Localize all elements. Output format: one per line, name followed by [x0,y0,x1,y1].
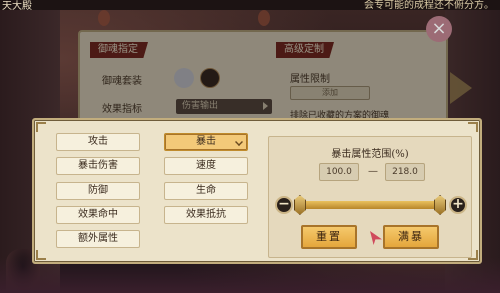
attr-button-effect-resist[interactable]: 效果抵抗 [164,206,248,224]
attr-button-hp[interactable]: 生命 [164,182,248,200]
range-box: 暴击属性范围(%) 100.0 — 218.0 − + 重置 满暴 [268,136,472,258]
attr-button-crit-damage[interactable]: 暴击伤害 [56,157,140,175]
attr-button-defense[interactable]: 防御 [56,182,140,200]
slider-min-handle[interactable] [293,195,306,215]
range-slider-fill [299,201,441,209]
max-value-input[interactable]: 218.0 [385,163,425,181]
reset-button[interactable]: 重置 [301,225,357,249]
lantern-icon [98,10,110,26]
attr-button-effect-hit[interactable]: 效果命中 [56,206,140,224]
soul-assign-title: 御魂指定 [90,42,148,58]
advanced-custom-title: 高级定制 [276,42,334,58]
minus-icon[interactable]: − [275,196,293,214]
edit-icon [235,138,243,146]
corner-decor [36,122,46,132]
caret-right-icon [263,102,268,110]
attribute-range-panel: 攻击 暴击 暴击伤害 速度 防御 生命 效果命中 效果抵抗 额外属性 暴击属性范… [32,118,482,264]
soul-set-icon[interactable] [174,68,194,88]
soul-config-dialog: 御魂指定 高级定制 御魂套装 效果指标 伤害输出 属性限制 添加 排除已收藏的方… [78,30,448,130]
max-crit-button[interactable]: 满暴 [383,225,439,249]
effect-index-dropdown[interactable]: 伤害输出 [176,99,272,114]
corner-decor [36,250,46,260]
effect-index-value: 伤害输出 [182,101,219,111]
top-left-tag: 天大殿 [2,1,32,12]
soul-set-label: 御魂套装 [102,76,142,87]
attr-limit-label: 属性限制 [290,74,330,85]
lantern-icon [258,10,270,26]
top-hint-text: 会专可能的成程还不俯分方。 [364,0,494,11]
soul-set-icon[interactable] [200,68,220,88]
plus-icon[interactable]: + [449,196,467,214]
attr-button-label: 暴击 [196,136,216,147]
min-value-input[interactable]: 100.0 [319,163,359,181]
add-button[interactable]: 添加 [290,86,370,100]
attr-button-extra[interactable]: 额外属性 [56,230,140,248]
effect-index-label: 效果指标 [102,104,142,115]
slider-max-handle[interactable] [434,195,447,215]
range-title: 暴击属性范围(%) [331,149,409,160]
range-dash: — [368,166,378,177]
attr-button-speed[interactable]: 速度 [164,157,248,175]
attr-button-attack[interactable]: 攻击 [56,133,140,151]
corner-decor [468,122,478,132]
attr-button-crit[interactable]: 暴击 [164,133,248,151]
close-icon[interactable]: × [426,16,452,42]
